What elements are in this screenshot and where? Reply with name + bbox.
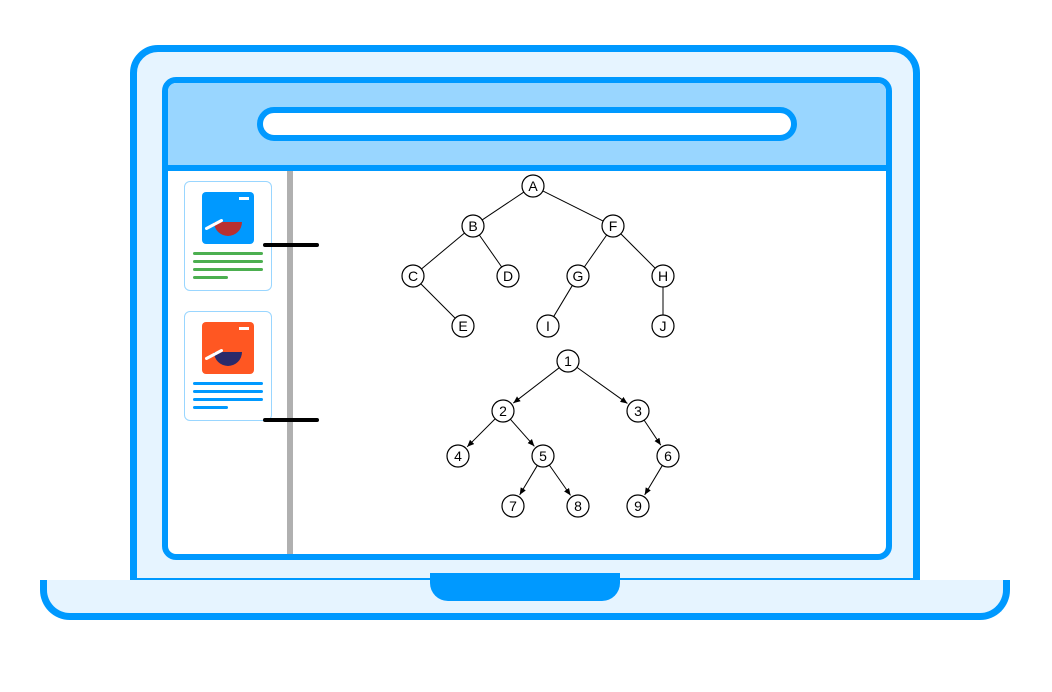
text-lines-icon bbox=[191, 252, 265, 279]
browser-window: A B F C D G H E I J 1 2 3 4 5 6 7 8 9 bbox=[162, 77, 892, 560]
text-lines-icon bbox=[191, 382, 265, 409]
sidebar-card-2[interactable] bbox=[184, 311, 272, 421]
sidebar bbox=[168, 171, 293, 554]
tree-node-label: 1 bbox=[564, 353, 572, 369]
tree-node-label: 4 bbox=[454, 448, 462, 464]
tree-node-label: 9 bbox=[634, 498, 642, 514]
tree-node-label: F bbox=[609, 218, 618, 234]
main-content: A B F C D G H E I J 1 2 3 4 5 6 7 8 9 bbox=[293, 171, 886, 554]
sidebar-card-1[interactable] bbox=[184, 181, 272, 291]
tree-node-label: H bbox=[658, 268, 668, 284]
thumbnail-blue-icon bbox=[202, 192, 254, 244]
content-area: A B F C D G H E I J 1 2 3 4 5 6 7 8 9 bbox=[168, 171, 886, 554]
tree-node-label: J bbox=[660, 318, 667, 334]
tree-diagram-2: 1 2 3 4 5 6 7 8 9 bbox=[413, 346, 733, 536]
tree-node-label: E bbox=[458, 318, 467, 334]
tree-node-label: A bbox=[528, 178, 538, 194]
tree-node-label: 3 bbox=[634, 403, 642, 419]
laptop-illustration: A B F C D G H E I J 1 2 3 4 5 6 7 8 9 bbox=[130, 45, 920, 620]
tree-node-label: 5 bbox=[539, 448, 547, 464]
tree-diagram-1: A B F C D G H E I J bbox=[353, 171, 723, 351]
tree-node-label: 2 bbox=[499, 403, 507, 419]
browser-header bbox=[168, 83, 886, 171]
laptop-notch bbox=[430, 573, 620, 601]
url-bar[interactable] bbox=[257, 107, 797, 141]
laptop-base bbox=[40, 580, 1010, 620]
binder-ring-icon bbox=[263, 243, 319, 247]
tree-node-label: D bbox=[503, 268, 513, 284]
tree-node-label: B bbox=[468, 218, 477, 234]
tree-node-label: 6 bbox=[664, 448, 672, 464]
tree-node-label: G bbox=[573, 268, 584, 284]
thumbnail-orange-icon bbox=[202, 322, 254, 374]
tree-node-label: I bbox=[546, 318, 550, 334]
tree-node-label: 8 bbox=[574, 498, 582, 514]
tree-node-label: 7 bbox=[509, 498, 517, 514]
binder-ring-icon bbox=[263, 418, 319, 422]
laptop-lid: A B F C D G H E I J 1 2 3 4 5 6 7 8 9 bbox=[130, 45, 920, 585]
tree-node-label: C bbox=[408, 268, 418, 284]
